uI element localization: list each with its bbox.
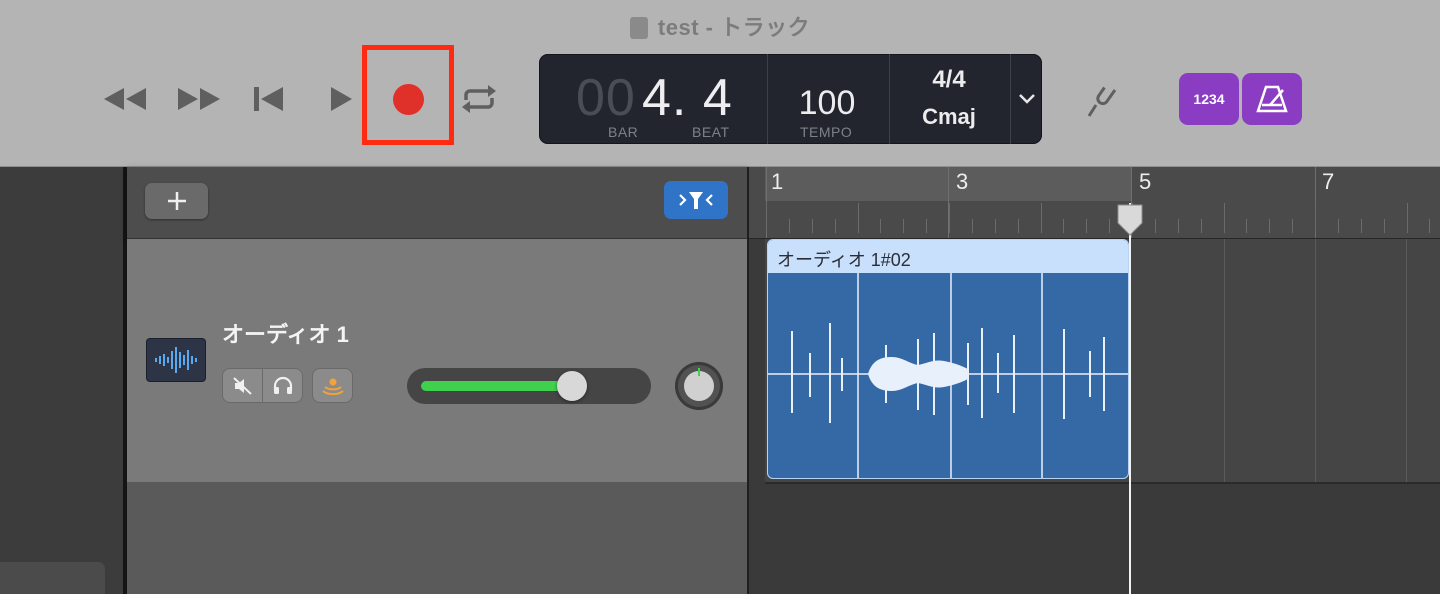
lcd-display[interactable]: 00 4. 4 BAR BEAT 100 TEMPO 4/4 Cmaj: [539, 54, 1042, 144]
ruler-tick: [1155, 219, 1156, 233]
track-header-toolbar: [127, 167, 747, 239]
filter-icon: [679, 192, 713, 209]
control-bar: test - トラック 00 4. 4 BAR BEAT 100 TEMPO 4…: [0, 0, 1440, 167]
pan-knob-indicator: [698, 368, 700, 376]
ruler-tick: [1201, 219, 1202, 233]
mute-solo-group: [223, 369, 302, 402]
ruler-bar-number: 3: [956, 169, 969, 194]
lcd-key: Cmaj: [922, 104, 976, 129]
document-icon: [629, 17, 648, 39]
ruler-tick: [1086, 219, 1087, 233]
window-title: test - トラック: [0, 10, 1440, 42]
ruler-tick: [1384, 219, 1385, 233]
lcd-position: 4. 4: [642, 69, 733, 127]
ruler-tick: [789, 219, 790, 233]
track-row[interactable]: オーディオ 1: [127, 239, 747, 484]
lcd-dropdown-button[interactable]: [1011, 54, 1042, 144]
lcd-tempo: 100: [798, 84, 856, 122]
ruler-tick: [972, 219, 973, 233]
volume-fill: [421, 381, 573, 391]
audio-waveform-icon: [147, 339, 205, 381]
smart-controls-filter-button[interactable]: [664, 181, 728, 219]
rewind-button[interactable]: [100, 80, 150, 118]
cycle-icon: [462, 85, 496, 113]
volume-slider-knob[interactable]: [557, 371, 588, 401]
metronome-icon: [1256, 85, 1288, 113]
input-monitoring-button[interactable]: [313, 369, 352, 402]
ruler-tick: [1269, 219, 1270, 233]
audio-region[interactable]: オーディオ 1#02: [767, 239, 1129, 479]
grid-line: [1315, 239, 1316, 482]
ruler-tick: [858, 203, 859, 233]
chevron-down-icon: [1018, 94, 1035, 104]
grid-line: [1406, 239, 1407, 482]
ruler-tick: [1246, 219, 1247, 233]
record-button[interactable]: [393, 84, 424, 115]
tuner-button[interactable]: [1082, 78, 1122, 122]
tuning-fork-icon: [1087, 86, 1117, 117]
track-header-area: オーディオ 1: [127, 167, 747, 594]
empty-track-area: [127, 484, 747, 594]
headphones-icon: [273, 376, 292, 394]
lcd-tempo-label: TEMPO: [800, 124, 853, 140]
ruler-tick: [1315, 203, 1316, 233]
lcd-time-signature: 4/4: [932, 66, 966, 93]
fast-forward-icon: [178, 88, 220, 110]
ruler-tick: [1338, 219, 1339, 233]
count-in-button[interactable]: 1234: [1179, 73, 1239, 125]
ruler-tick: [1407, 203, 1408, 233]
add-track-button[interactable]: [145, 183, 208, 219]
ruler-tick: [995, 219, 996, 233]
ruler-bar-number: 5: [1139, 169, 1152, 194]
ruler-tick: [812, 219, 813, 233]
timeline: 1 3 5 7 オーディオ 1#02: [747, 167, 1440, 594]
track-name[interactable]: オーディオ 1: [222, 317, 349, 349]
ruler-tick: [1292, 219, 1293, 233]
ruler-tick: [1224, 203, 1225, 233]
plus-icon: [167, 192, 186, 210]
ruler-tick: [766, 203, 767, 233]
go-to-start-button[interactable]: [248, 80, 288, 118]
pan-knob[interactable]: [675, 362, 723, 410]
cycle-button[interactable]: [458, 80, 500, 118]
play-icon: [331, 87, 352, 111]
audio-waveform: [768, 273, 1128, 478]
mute-button[interactable]: [223, 369, 263, 402]
lcd-position-leading-zeros: 00: [576, 69, 636, 127]
ruler-bar-number: 1: [771, 169, 784, 194]
grid-line: [1224, 239, 1225, 482]
volume-slider[interactable]: [407, 368, 651, 404]
fast-forward-button[interactable]: [174, 80, 224, 118]
lcd-beat-label: BEAT: [692, 124, 730, 140]
ruler-tick: [1429, 219, 1430, 233]
ruler-bar-number: 7: [1322, 169, 1335, 194]
play-button[interactable]: [320, 80, 360, 118]
ruler-tick: [1109, 219, 1110, 233]
metronome-button[interactable]: [1242, 73, 1302, 125]
ruler-tick: [1041, 203, 1042, 233]
input-monitoring-icon: [321, 378, 344, 395]
library-tab[interactable]: [0, 562, 105, 594]
ruler-tick: [1361, 219, 1362, 233]
lcd-bar-label: BAR: [608, 124, 639, 140]
solo-button[interactable]: [263, 369, 302, 402]
ruler-tick: [1178, 219, 1179, 233]
ruler-tick: [1018, 219, 1019, 233]
playhead-line: [1129, 203, 1131, 594]
ruler-tick: [949, 203, 950, 233]
audio-region-header: オーディオ 1#02: [768, 240, 1128, 273]
count-in-label: 1234: [1193, 91, 1225, 107]
mute-icon: [232, 376, 252, 395]
go-to-start-icon: [254, 87, 283, 111]
ruler-tick: [903, 219, 904, 233]
audio-region-name: オーディオ 1#02: [777, 250, 911, 270]
ruler-tick: [880, 219, 881, 233]
ruler-tick: [1063, 219, 1064, 233]
library-panel: [0, 167, 123, 594]
ruler[interactable]: 1 3 5 7: [749, 167, 1440, 239]
playhead-handle[interactable]: [1115, 203, 1145, 237]
ruler-tick: [835, 219, 836, 233]
rewind-icon: [104, 88, 146, 110]
ruler-tick: [926, 219, 927, 233]
